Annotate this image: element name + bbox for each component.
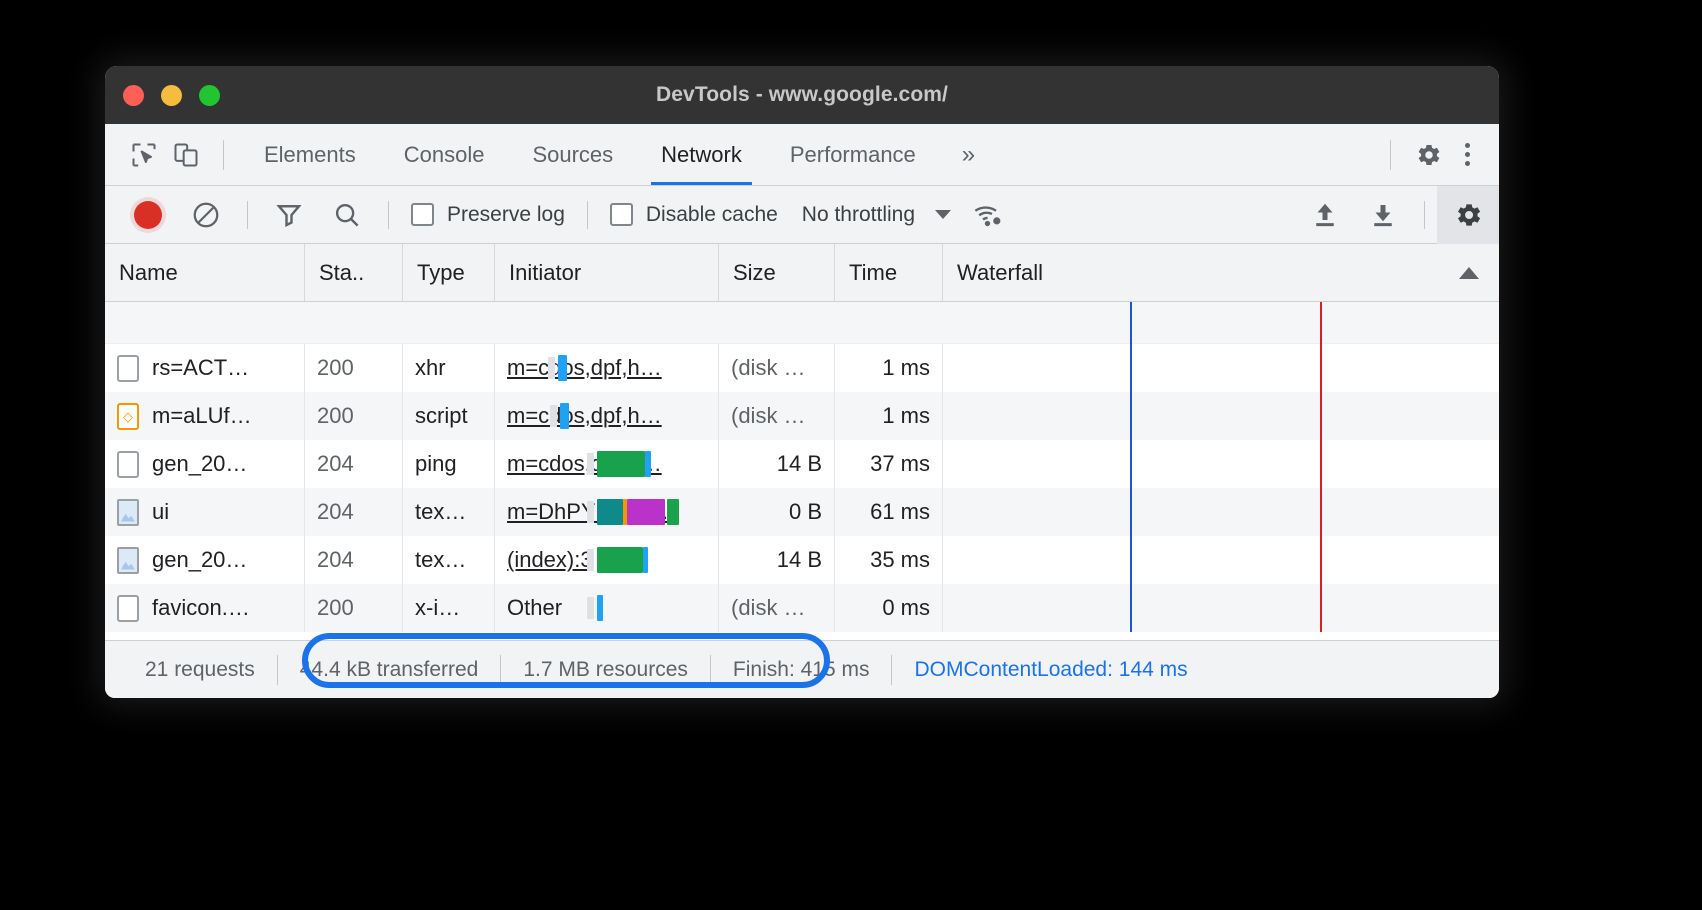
dcl-marker-line <box>1130 302 1132 632</box>
resources-size: 1.7 MB resources <box>523 657 688 681</box>
window-title: DevTools - www.google.com/ <box>656 83 948 106</box>
tab-label: Sources <box>532 141 614 167</box>
wifi-settings-icon[interactable] <box>966 193 1010 237</box>
device-toolbar-icon[interactable] <box>165 134 207 176</box>
waterfall-bar-segment <box>645 451 651 477</box>
tab-sources[interactable]: Sources <box>508 124 637 185</box>
toolbar-right-group <box>1296 185 1499 244</box>
network-toolbar: Preserve log Disable cache No throttling <box>105 185 1499 244</box>
waterfall-bar-segment <box>667 499 679 525</box>
waterfall-stall-segment <box>550 405 557 427</box>
screenshot-root: DevTools - www.google.com/ Elements Cons… <box>0 0 1702 910</box>
tab-label: Performance <box>789 141 916 167</box>
column-header-time[interactable]: Time <box>835 244 943 301</box>
upload-arrow-icon[interactable] <box>1303 193 1347 237</box>
table-body: rs=ACT… 200 xhr m=cdos,dpf,h… (disk … 1 … <box>105 302 1499 632</box>
chevron-double-right-icon: » <box>961 140 976 168</box>
requests-count: 21 requests <box>145 657 255 681</box>
panel-tabs: Elements Console Sources Network Perform… <box>240 124 997 185</box>
devtools-window: DevTools - www.google.com/ Elements Cons… <box>105 66 1499 698</box>
search-icon[interactable] <box>325 193 369 237</box>
kebab-menu-icon[interactable] <box>1449 134 1485 176</box>
tab-label: Elements <box>264 141 356 167</box>
title-bar: DevTools - www.google.com/ <box>105 66 1499 124</box>
tabbar-right-actions <box>1390 124 1485 185</box>
waterfall-stall-segment <box>587 453 594 475</box>
column-header-type[interactable]: Type <box>403 244 495 301</box>
waterfall-stall-segment <box>548 357 555 379</box>
toolbar-divider <box>247 200 248 229</box>
tab-elements[interactable]: Elements <box>240 124 380 185</box>
waterfall-stall-segment <box>587 597 594 619</box>
preserve-log-label: Preserve log <box>447 202 565 226</box>
record-indicator <box>134 200 162 229</box>
waterfall-stall-segment <box>587 549 594 571</box>
column-header-initiator[interactable]: Initiator <box>495 244 719 301</box>
disable-cache-label: Disable cache <box>645 202 778 226</box>
inspect-element-icon[interactable] <box>123 134 165 176</box>
throttling-value: No throttling <box>801 202 916 226</box>
clear-icon[interactable] <box>184 193 228 237</box>
table-header-row: Name Sta.. Type Initiator Size Time Wate… <box>105 244 1499 302</box>
checkbox-box <box>609 203 633 226</box>
waterfall-bar-segment <box>560 403 569 429</box>
toolbar-divider-3 <box>586 200 588 229</box>
network-status-bar: 21 requests 44.4 kB transferred 1.7 MB r… <box>105 633 1499 698</box>
sort-ascending-icon <box>1459 266 1479 279</box>
waterfall-stall-segment <box>587 501 594 523</box>
tabbar-divider <box>223 139 224 170</box>
column-header-status[interactable]: Sta.. <box>305 244 403 301</box>
tab-label: Network <box>661 141 742 167</box>
column-header-name[interactable]: Name <box>105 244 305 301</box>
waterfall-bar-segment <box>643 547 648 573</box>
chevron-down-icon <box>935 210 952 219</box>
dom-content-loaded-time: DOMContentLoaded: 144 ms <box>914 657 1188 681</box>
record-stop-icon[interactable] <box>127 194 169 236</box>
waterfall-bar-segment <box>627 499 665 525</box>
throttling-dropdown[interactable]: No throttling <box>788 203 959 227</box>
tab-performance[interactable]: Performance <box>766 124 940 185</box>
network-settings-gear-icon[interactable] <box>1437 185 1499 244</box>
waterfall-bar-segment <box>597 499 623 525</box>
waterfall-bar-segment <box>558 355 567 381</box>
waterfall-bar-segment <box>597 547 643 573</box>
preserve-log-checkbox[interactable]: Preserve log <box>401 203 575 227</box>
column-header-waterfall[interactable]: Waterfall <box>943 244 1499 301</box>
network-requests-table: Name Sta.. Type Initiator Size Time Wate… <box>105 244 1499 632</box>
tabbar-right-divider <box>1390 139 1391 170</box>
tab-console[interactable]: Console <box>380 124 509 185</box>
tab-network[interactable]: Network <box>637 124 766 185</box>
waterfall-bar-segment <box>597 451 645 477</box>
waterfall-overlay <box>105 302 1499 632</box>
download-arrow-icon[interactable] <box>1361 193 1405 237</box>
disable-cache-checkbox[interactable]: Disable cache <box>600 203 788 227</box>
waterfall-bar-segment <box>597 595 603 621</box>
filter-funnel-icon[interactable] <box>267 193 311 237</box>
more-tabs-button[interactable]: » <box>940 124 997 185</box>
checkbox-box <box>411 203 434 226</box>
devtools-tab-bar: Elements Console Sources Network Perform… <box>105 124 1499 186</box>
load-marker-line <box>1320 302 1322 632</box>
toolbar-divider-2 <box>388 200 389 229</box>
finish-time: Finish: 415 ms <box>732 657 870 681</box>
gear-icon[interactable] <box>1407 134 1449 176</box>
column-header-size[interactable]: Size <box>719 244 835 301</box>
transferred-size: 44.4 kB transferred <box>299 657 479 681</box>
toolbar-divider-4 <box>1424 200 1425 229</box>
tab-label: Console <box>403 141 485 167</box>
column-header-waterfall-label: Waterfall <box>957 259 1043 285</box>
